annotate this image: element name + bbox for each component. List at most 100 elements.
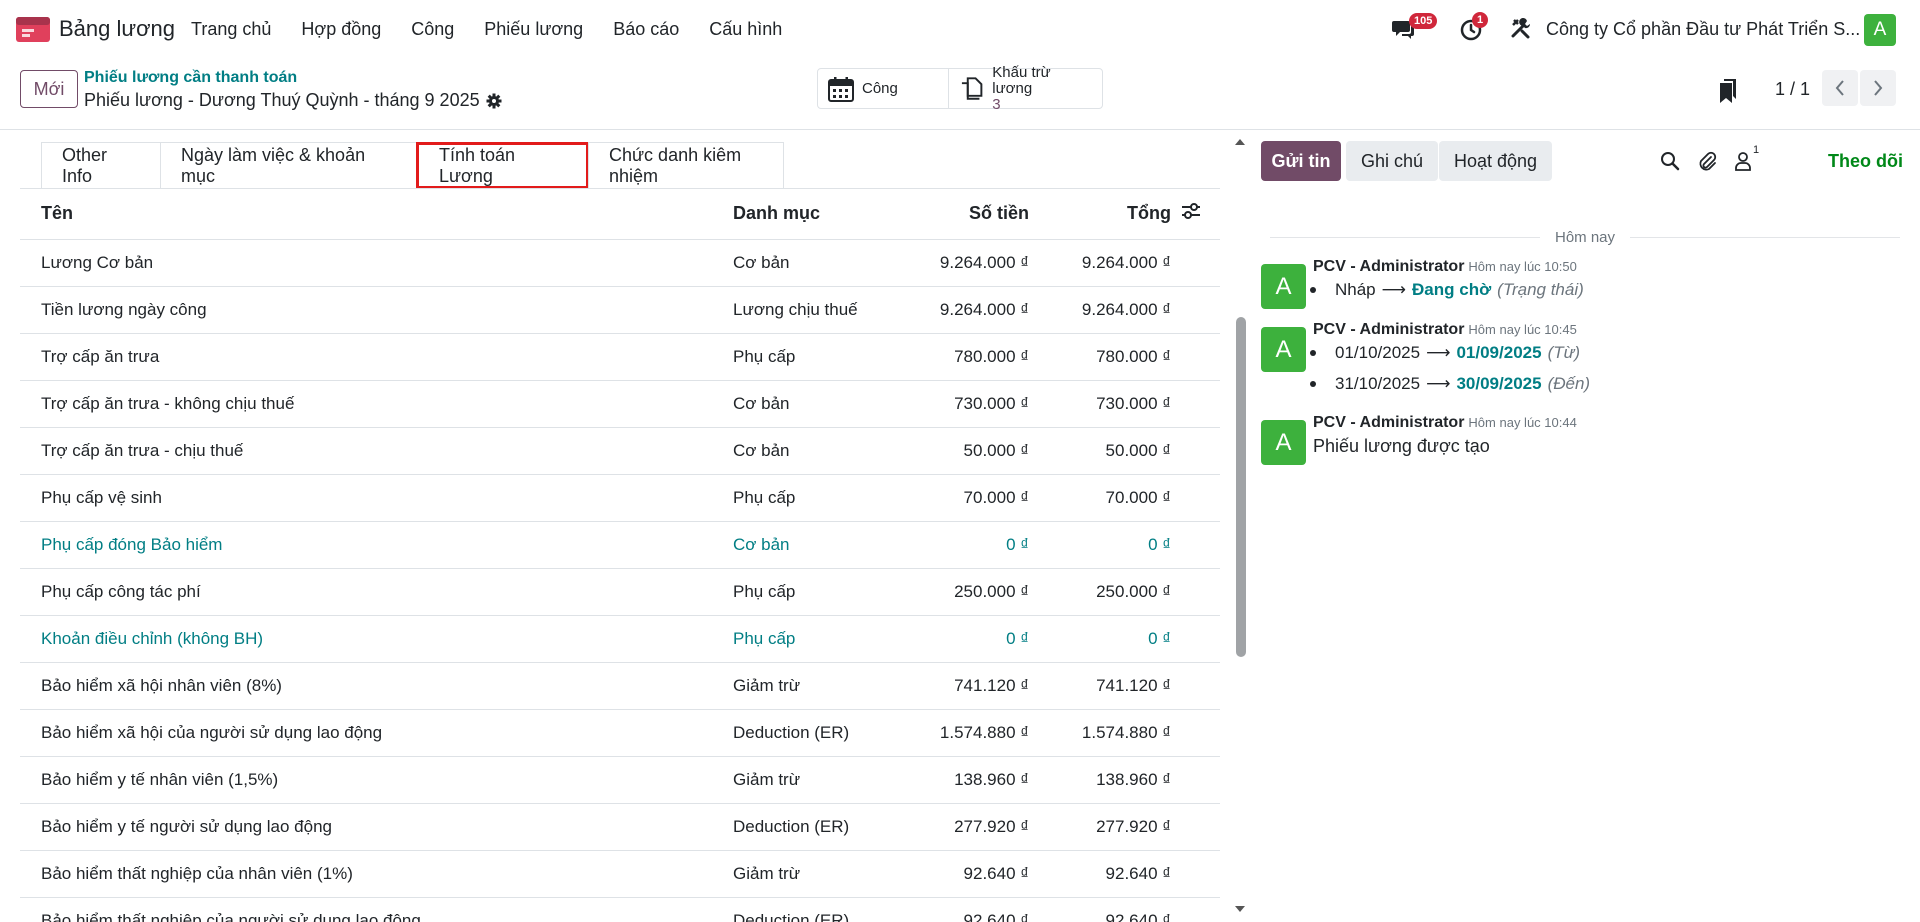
table-row[interactable]: Tiền lương ngày công Lương chịu thuế 9.264…	[20, 286, 1220, 334]
cell-options	[1181, 568, 1220, 616]
pager-value[interactable]: 1 / 1	[1775, 79, 1810, 100]
column-options[interactable]	[1181, 189, 1220, 240]
menu-item-configuration[interactable]: Cấu hình	[709, 19, 782, 40]
cell-total: 1.574.880 ₫	[1039, 709, 1181, 757]
log-note-button[interactable]: Ghi chú	[1346, 141, 1438, 181]
notebook-tabs: Other Info Ngày làm việc & khoản mục Tín…	[41, 142, 784, 189]
tracking-change: 31/10/2025 ⟶ 30/09/2025 (Đến)	[1310, 374, 1590, 394]
cell-options	[1181, 427, 1220, 475]
cell-name: Lương Cơ bản	[20, 239, 733, 287]
new-value: 01/09/2025	[1456, 343, 1542, 362]
messages-badge: 105	[1409, 13, 1438, 29]
app-name[interactable]: Bảng lương	[59, 16, 175, 42]
main-menu: Trang chủ Hợp đồng Công Phiếu lương Báo …	[191, 19, 812, 40]
table-row[interactable]: Lương Cơ bản Cơ bản 9.264.000 ₫ 9.264.000 ₫	[20, 239, 1220, 287]
deduction-text: Khấu trừ lương 3	[992, 64, 1092, 113]
breadcrumb-parent[interactable]: Phiếu lương cần thanh toán	[84, 69, 297, 87]
cell-options	[1181, 615, 1220, 663]
tab-concurrent-positions[interactable]: Chức danh kiêm nhiệm	[588, 142, 784, 189]
scroll-thumb[interactable]	[1236, 317, 1246, 657]
search-icon[interactable]	[1660, 151, 1680, 171]
table-row[interactable]: Bảo hiểm xã hội của người sử dụng lao độ…	[20, 709, 1220, 757]
message-author-avatar[interactable]: A	[1261, 264, 1306, 309]
scroll-down-icon[interactable]	[1234, 905, 1246, 913]
cell-amount: 780.000 ₫	[905, 333, 1039, 381]
separator-line-right	[1630, 237, 1900, 238]
follow-button[interactable]: Theo dõi	[1828, 151, 1903, 172]
paperclip-icon[interactable]	[1697, 151, 1717, 171]
column-header-category[interactable]: Danh mục	[733, 189, 905, 240]
message-author-name[interactable]: PCV - Administrator	[1313, 414, 1464, 431]
debug-tools-icon[interactable]	[1510, 17, 1532, 39]
bookmark-icon[interactable]	[1720, 79, 1736, 103]
table-row[interactable]: Bảo hiểm y tế người sử dụng lao động Dedu…	[20, 803, 1220, 851]
table-row[interactable]: Phụ cấp công tác phí Phụ cấp 250.000 ₫ 250.…	[20, 568, 1220, 616]
message-author-avatar[interactable]: A	[1261, 420, 1306, 465]
cell-options	[1181, 239, 1220, 287]
payroll-app-icon[interactable]	[16, 17, 50, 42]
arrow-right-icon: ⟶	[1426, 374, 1451, 393]
pager-next-button[interactable]	[1860, 70, 1896, 106]
cell-category: Cơ bản	[733, 380, 905, 428]
activity-button[interactable]: Hoạt động	[1439, 141, 1552, 181]
cell-total: 92.640 ₫	[1039, 897, 1181, 922]
form-scrollbar[interactable]	[1230, 130, 1248, 922]
message-author-name[interactable]: PCV - Administrator	[1313, 321, 1464, 338]
followers-count: 1	[1753, 144, 1760, 156]
new-button[interactable]: Mới	[20, 70, 78, 108]
table-row[interactable]: Bảo hiểm thất nghiệp của nhân viên (1%) G…	[20, 850, 1220, 898]
message-author-name[interactable]: PCV - Administrator	[1313, 258, 1464, 275]
cell-options	[1181, 662, 1220, 710]
cell-category: Deduction (ER)	[733, 897, 905, 922]
column-header-name[interactable]: Tên	[20, 189, 733, 240]
menu-item-payslips[interactable]: Phiếu lương	[484, 19, 583, 40]
tab-salary-computation[interactable]: Tính toán Lương	[416, 142, 589, 189]
cell-amount: 730.000 ₫	[905, 380, 1039, 428]
table-row[interactable]: Trợ cấp ăn trưa - không chịu thuế Cơ bản 7…	[20, 380, 1220, 428]
old-value: 01/10/2025	[1335, 343, 1421, 362]
cell-name: Phụ cấp vệ sinh	[20, 474, 733, 522]
table-row[interactable]: Trợ cấp ăn trưa Phụ cấp 780.000 ₫ 780.000 ₫	[20, 333, 1220, 381]
send-message-button[interactable]: Gửi tin	[1261, 141, 1341, 181]
scroll-up-icon[interactable]	[1234, 138, 1246, 146]
followers-icon[interactable]	[1733, 151, 1753, 171]
menu-item-reports[interactable]: Báo cáo	[613, 19, 679, 40]
cell-options	[1181, 709, 1220, 757]
table-row[interactable]: Phụ cấp đóng Bảo hiểm Cơ bản 0 ₫ 0 ₫	[20, 521, 1220, 569]
cell-category: Deduction (ER)	[733, 803, 905, 851]
cell-amount: 92.640 ₫	[905, 897, 1039, 922]
cell-category: Giảm trừ	[733, 850, 905, 898]
column-header-amount[interactable]: Số tiền	[905, 189, 1039, 240]
pager-previous-button[interactable]	[1822, 70, 1858, 106]
company-switcher[interactable]: Công ty Cổ phần Đầu tư Phát Triển S...	[1546, 19, 1860, 40]
column-settings-icon[interactable]	[1181, 202, 1201, 220]
column-header-total[interactable]: Tổng	[1039, 189, 1181, 240]
cell-options	[1181, 333, 1220, 381]
tab-other-info[interactable]: Other Info	[41, 142, 161, 189]
menu-item-contracts[interactable]: Hợp đồng	[301, 19, 381, 40]
cell-total: 250.000 ₫	[1039, 568, 1181, 616]
cell-category: Deduction (ER)	[733, 709, 905, 757]
attendance-smart-button[interactable]: Công	[818, 69, 948, 108]
tab-worked-days[interactable]: Ngày làm việc & khoản mục	[160, 142, 417, 189]
cell-total: 9.264.000 ₫	[1039, 286, 1181, 334]
table-row[interactable]: Khoản điều chỉnh (không BH) Phụ cấp 0 ₫ 0 ₫	[20, 615, 1220, 663]
table-row[interactable]: Trợ cấp ăn trưa - chịu thuế Cơ bản 50.000 …	[20, 427, 1220, 475]
table-row[interactable]: Bảo hiểm xã hội nhân viên (8%) Giảm trừ 74…	[20, 662, 1220, 710]
user-avatar[interactable]: A	[1864, 14, 1896, 46]
deduction-smart-button[interactable]: Khấu trừ lương 3	[948, 64, 1102, 112]
new-value: Đang chờ	[1412, 280, 1492, 299]
cell-name: Bảo hiểm xã hội của người sử dụng lao độ…	[20, 709, 733, 757]
gear-icon[interactable]	[486, 93, 502, 109]
cell-amount: 92.640 ₫	[905, 850, 1039, 898]
table-row[interactable]: Phụ cấp vệ sinh Phụ cấp 70.000 ₫ 70.000 ₫	[20, 474, 1220, 522]
menu-item-home[interactable]: Trang chủ	[191, 19, 271, 40]
cell-name: Bảo hiểm y tế nhân viên (1,5%)	[20, 756, 733, 804]
table-row[interactable]: Bảo hiểm thất nghiệp của người sử dụng l…	[20, 897, 1220, 922]
table-row[interactable]: Bảo hiểm y tế nhân viên (1,5%) Giảm trừ 13…	[20, 756, 1220, 804]
cell-amount: 50.000 ₫	[905, 427, 1039, 475]
cell-category: Phụ cấp	[733, 333, 905, 381]
cell-name: Bảo hiểm y tế người sử dụng lao động	[20, 803, 733, 851]
menu-item-attendance[interactable]: Công	[411, 19, 454, 40]
message-author-avatar[interactable]: A	[1261, 327, 1306, 372]
